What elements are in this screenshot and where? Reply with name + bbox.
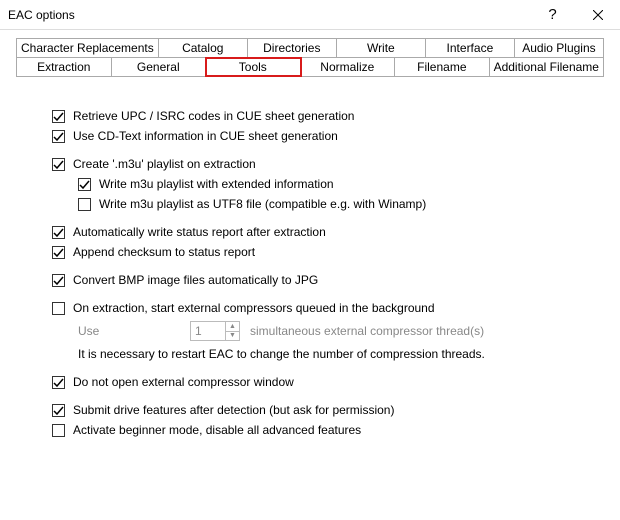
tab-audio-plugins[interactable]: Audio Plugins xyxy=(515,39,603,57)
checkbox-use-cdtext[interactable] xyxy=(52,130,65,143)
tab-write[interactable]: Write xyxy=(337,39,426,57)
label-submit-drive: Submit drive features after detection (b… xyxy=(73,403,394,417)
spinner-up-icon[interactable]: ▲ xyxy=(226,322,239,332)
label-use: Use xyxy=(78,324,190,338)
option-row: On extraction, start external compressor… xyxy=(52,301,604,315)
checkbox-ext-compress[interactable] xyxy=(52,302,65,315)
label-auto-status: Automatically write status report after … xyxy=(73,225,326,239)
label-create-m3u: Create '.m3u' playlist on extraction xyxy=(73,157,256,171)
close-button[interactable] xyxy=(575,0,620,30)
label-threads-suffix: simultaneous external compressor thread(… xyxy=(250,324,484,338)
checkbox-create-m3u[interactable] xyxy=(52,158,65,171)
checkbox-no-open-window[interactable] xyxy=(52,376,65,389)
checkbox-m3u-utf8[interactable] xyxy=(78,198,91,211)
threads-input[interactable] xyxy=(191,322,225,340)
checkbox-convert-bmp[interactable] xyxy=(52,274,65,287)
tabs-container: Character Replacements Catalog Directori… xyxy=(16,38,604,77)
tab-row-1: Character Replacements Catalog Directori… xyxy=(17,39,603,58)
close-icon xyxy=(593,10,603,20)
option-row: Do not open external compressor window xyxy=(52,375,604,389)
titlebar: EAC options ? xyxy=(0,0,620,30)
spinner-buttons: ▲ ▼ xyxy=(225,322,239,340)
option-row: Automatically write status report after … xyxy=(52,225,604,239)
checkbox-retrieve-upc[interactable] xyxy=(52,110,65,123)
checkbox-append-checksum[interactable] xyxy=(52,246,65,259)
tab-directories[interactable]: Directories xyxy=(248,39,337,57)
option-row: Append checksum to status report xyxy=(52,245,604,259)
tab-interface[interactable]: Interface xyxy=(426,39,515,57)
tab-filename[interactable]: Filename xyxy=(395,58,490,76)
tab-row-2: Extraction General Tools Normalize Filen… xyxy=(17,58,603,77)
option-row: Create '.m3u' playlist on extraction xyxy=(52,157,604,171)
label-beginner-mode: Activate beginner mode, disable all adva… xyxy=(73,423,361,437)
label-use-cdtext: Use CD-Text information in CUE sheet gen… xyxy=(73,129,338,143)
restart-note: It is necessary to restart EAC to change… xyxy=(78,347,604,361)
option-row: Use CD-Text information in CUE sheet gen… xyxy=(52,129,604,143)
spinner-down-icon[interactable]: ▼ xyxy=(226,332,239,341)
option-row: Convert BMP image files automatically to… xyxy=(52,273,604,287)
label-retrieve-upc: Retrieve UPC / ISRC codes in CUE sheet g… xyxy=(73,109,354,123)
checkbox-m3u-extended[interactable] xyxy=(78,178,91,191)
window-title: EAC options xyxy=(8,8,530,22)
tab-tools[interactable]: Tools xyxy=(206,58,301,76)
checkbox-submit-drive[interactable] xyxy=(52,404,65,417)
label-append-checksum: Append checksum to status report xyxy=(73,245,255,259)
tab-extraction[interactable]: Extraction xyxy=(17,58,112,76)
tab-character-replacements[interactable]: Character Replacements xyxy=(17,39,159,57)
checkbox-beginner-mode[interactable] xyxy=(52,424,65,437)
label-m3u-extended: Write m3u playlist with extended informa… xyxy=(99,177,334,191)
label-m3u-utf8: Write m3u playlist as UTF8 file (compati… xyxy=(99,197,426,211)
label-convert-bmp: Convert BMP image files automatically to… xyxy=(73,273,318,287)
tab-additional-filename[interactable]: Additional Filename xyxy=(490,58,603,76)
label-ext-compress: On extraction, start external compressor… xyxy=(73,301,435,315)
tab-catalog[interactable]: Catalog xyxy=(159,39,248,57)
tab-general[interactable]: General xyxy=(112,58,207,76)
tab-normalize[interactable]: Normalize xyxy=(301,58,396,76)
threads-row: Use ▲ ▼ simultaneous external compressor… xyxy=(78,321,604,341)
option-row: Write m3u playlist with extended informa… xyxy=(78,177,604,191)
label-no-open-window: Do not open external compressor window xyxy=(73,375,294,389)
option-row: Write m3u playlist as UTF8 file (compati… xyxy=(78,197,604,211)
tab-content: Retrieve UPC / ISRC codes in CUE sheet g… xyxy=(0,77,620,437)
option-row: Activate beginner mode, disable all adva… xyxy=(52,423,604,437)
option-row: Submit drive features after detection (b… xyxy=(52,403,604,417)
option-row: Retrieve UPC / ISRC codes in CUE sheet g… xyxy=(52,109,604,123)
threads-spinner[interactable]: ▲ ▼ xyxy=(190,321,240,341)
help-button[interactable]: ? xyxy=(530,0,575,30)
checkbox-auto-status[interactable] xyxy=(52,226,65,239)
